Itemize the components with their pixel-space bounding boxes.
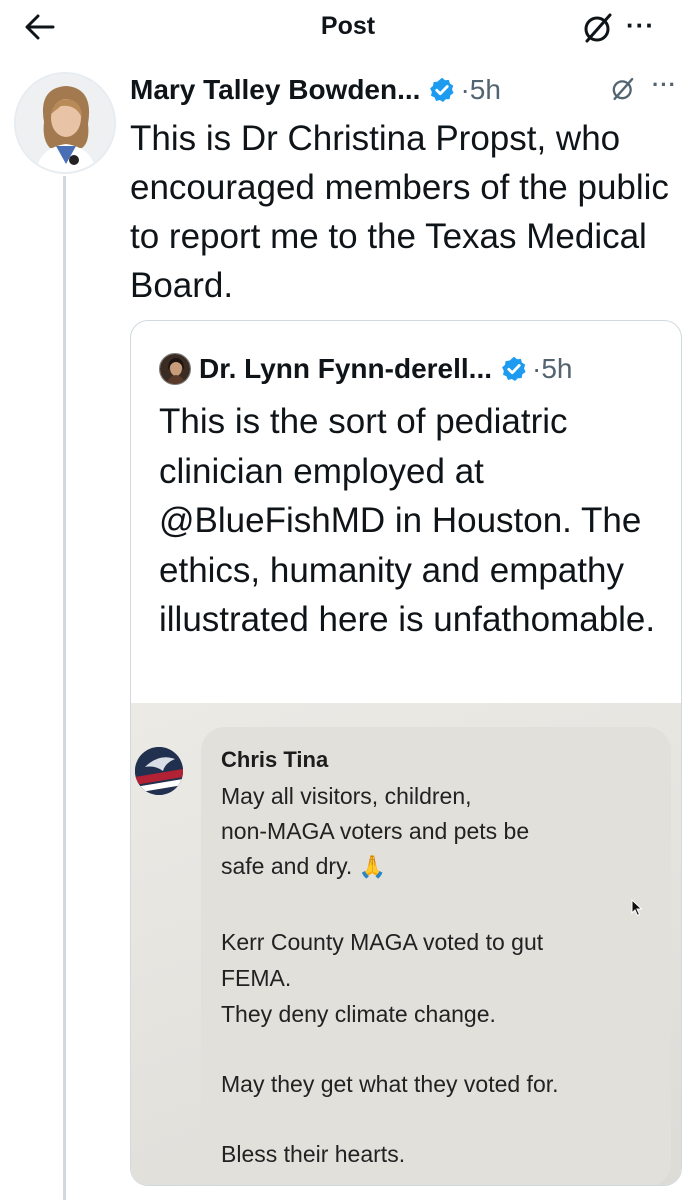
grok-button[interactable] bbox=[610, 76, 636, 107]
commenter-avatar bbox=[135, 747, 183, 795]
comment-line-text: safe and dry. bbox=[221, 853, 353, 879]
comment-line: They deny climate change. bbox=[221, 1001, 496, 1027]
quote-avatar-photo bbox=[160, 354, 190, 384]
quote-attached-image[interactable]: Chris Tina May all visitors, children, n… bbox=[131, 703, 681, 1185]
comment-line: safe and dry. 🙏 bbox=[221, 853, 386, 880]
grok-button[interactable] bbox=[578, 8, 618, 48]
quoted-post[interactable]: Dr. Lynn Fynn-derell... ·5h This is the … bbox=[130, 320, 682, 1186]
eagle-flag-avatar bbox=[135, 747, 183, 795]
post-timestamp[interactable]: ·5h bbox=[460, 74, 500, 106]
comment-line: May they get what they voted for. bbox=[221, 1071, 559, 1097]
comment-line: Kerr County MAGA voted to gut bbox=[221, 929, 544, 955]
avatar-photo bbox=[16, 74, 114, 172]
verified-badge-icon bbox=[430, 77, 455, 103]
post-more-button[interactable]: ··· bbox=[652, 72, 677, 98]
verified-badge-icon bbox=[502, 356, 526, 382]
quote-timestamp[interactable]: ·5h bbox=[532, 353, 572, 385]
praying-hands-emoji: 🙏 bbox=[358, 854, 387, 879]
quote-header: Dr. Lynn Fynn-derell... ·5h bbox=[159, 349, 679, 389]
more-options-button[interactable]: ··· bbox=[626, 12, 655, 38]
quote-author-avatar[interactable] bbox=[159, 353, 191, 385]
quote-text: This is the sort of pediatric clinician … bbox=[159, 402, 656, 639]
comment-line: May all visitors, children, bbox=[221, 783, 472, 809]
grok-icon bbox=[584, 13, 612, 43]
author-avatar[interactable] bbox=[14, 72, 116, 174]
author-name[interactable]: Mary Talley Bowden... bbox=[130, 74, 420, 106]
comment-line: Bless their hearts. bbox=[221, 1141, 406, 1167]
quote-author-name[interactable]: Dr. Lynn Fynn-derell... bbox=[199, 353, 492, 385]
post-text: This is Dr Christina Propst, who encoura… bbox=[130, 119, 669, 305]
top-bar: Post ··· bbox=[0, 0, 696, 56]
grok-icon bbox=[612, 77, 634, 101]
comment-line: non-MAGA voters and pets be bbox=[221, 818, 530, 844]
comment-line: FEMA. bbox=[221, 965, 292, 991]
commenter-name: Chris Tina bbox=[221, 747, 329, 772]
post-header: Mary Talley Bowden... ·5h ··· bbox=[130, 70, 690, 110]
mouse-cursor-icon bbox=[631, 899, 643, 917]
thread-connector-line bbox=[63, 176, 66, 1200]
